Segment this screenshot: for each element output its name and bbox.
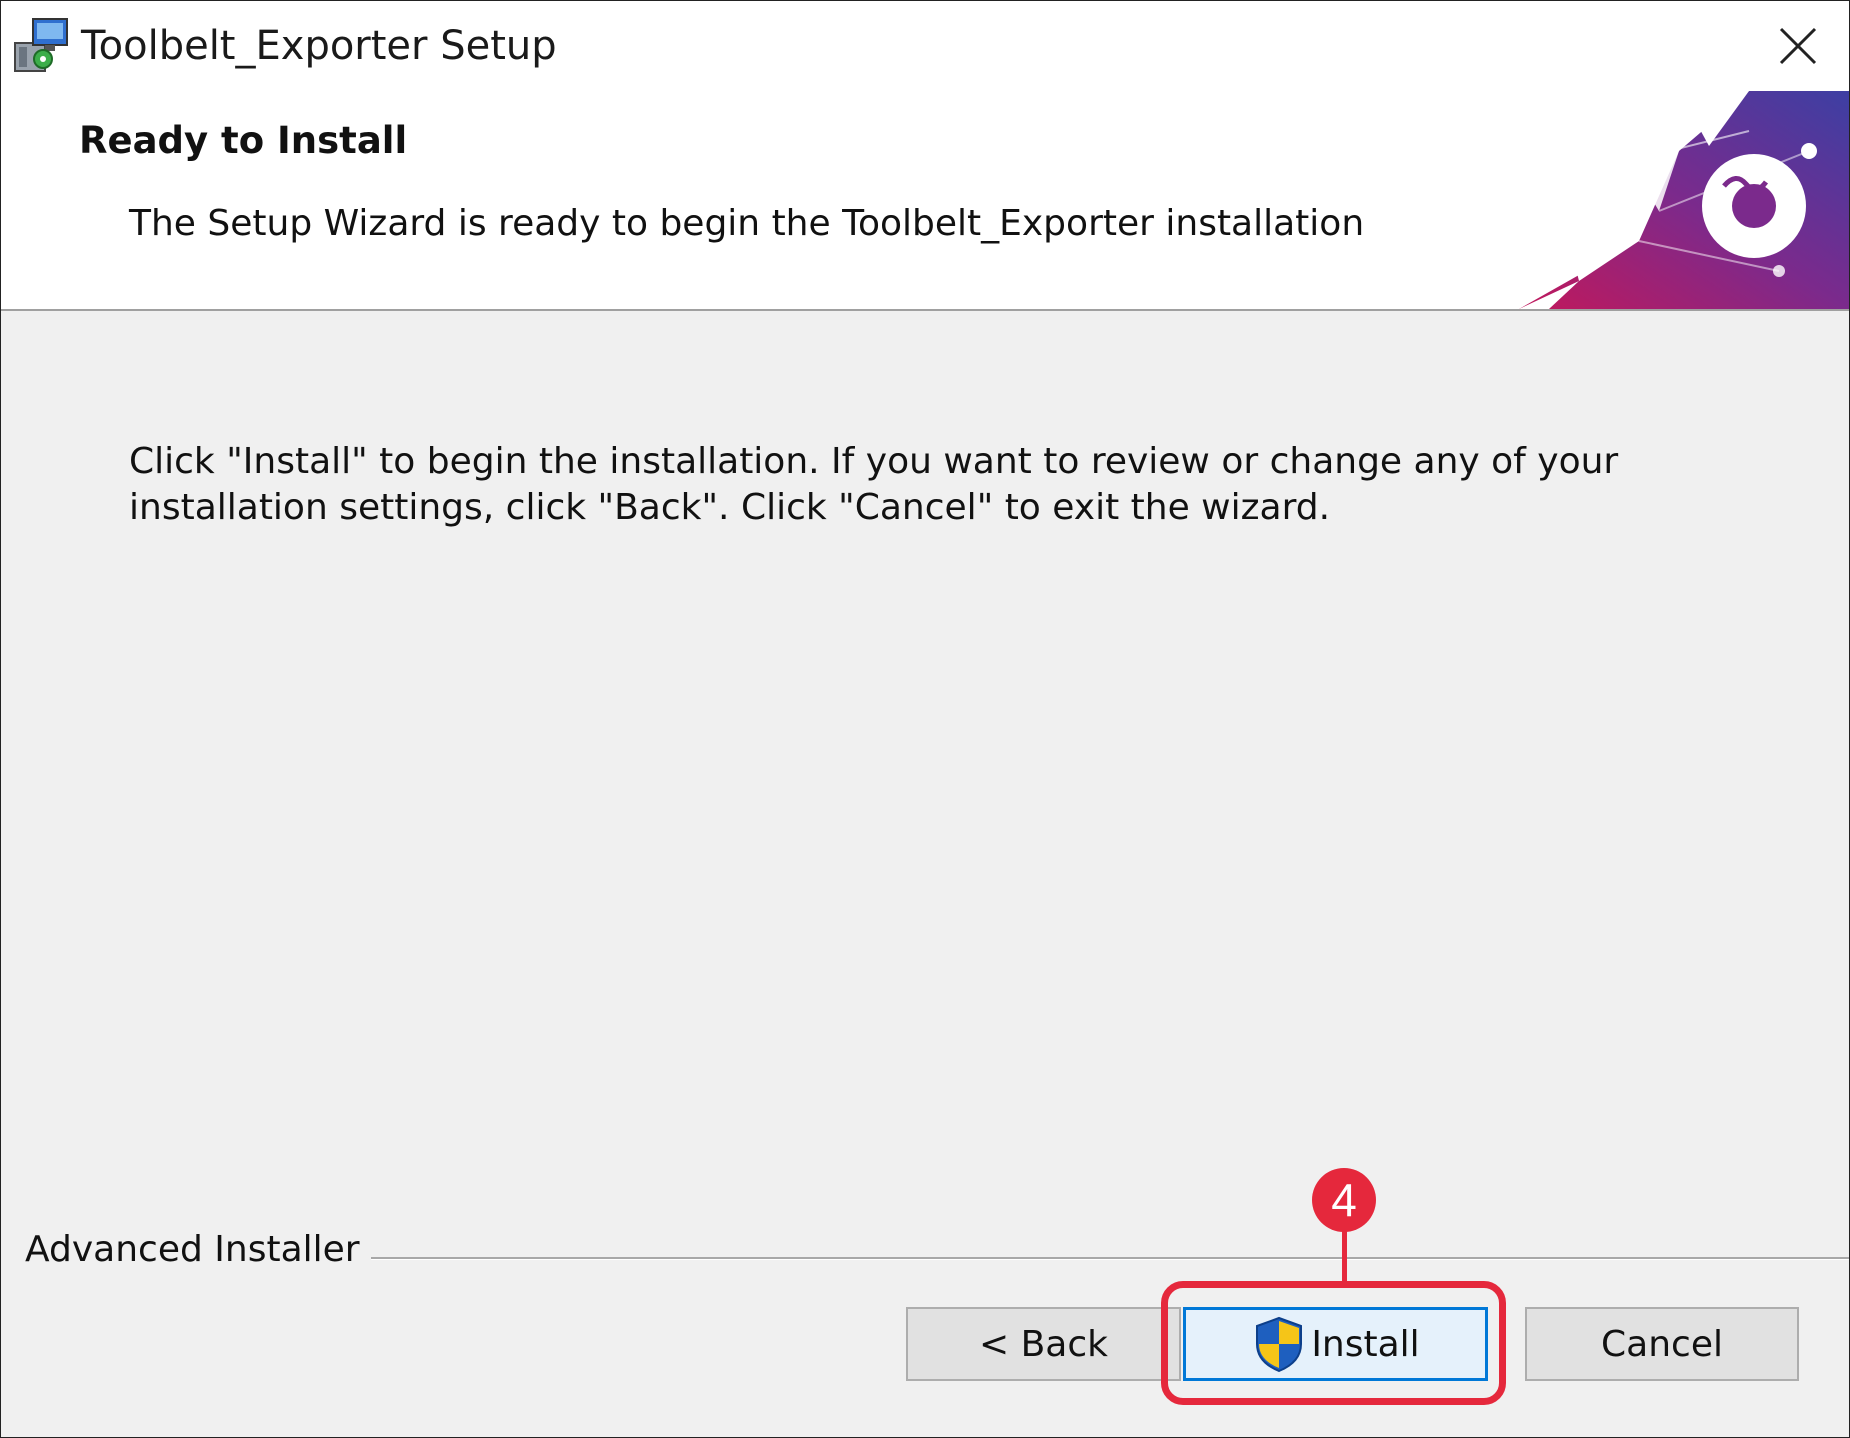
step-badge: 4 (1312, 1168, 1376, 1232)
back-button-label: < Back (978, 1323, 1108, 1365)
footer-divider (371, 1257, 1849, 1260)
title-bar: Toolbelt_Exporter Setup (1, 1, 1849, 91)
close-icon[interactable] (1767, 15, 1829, 77)
instructions-line-2: installation settings, click "Back". Cli… (129, 487, 1331, 528)
banner-graphic (1519, 91, 1849, 309)
page-title: Ready to Install (79, 119, 408, 162)
cancel-button-label: Cancel (1601, 1323, 1723, 1365)
wizard-header: Ready to Install The Setup Wizard is rea… (1, 91, 1849, 311)
callout-highlight (1161, 1281, 1506, 1405)
installer-app-icon (14, 18, 68, 72)
instructions-line-1: Click "Install" to begin the installatio… (129, 441, 1619, 482)
brand-label: Advanced Installer (25, 1229, 360, 1270)
back-button[interactable]: < Back (906, 1307, 1181, 1381)
cancel-button[interactable]: Cancel (1525, 1307, 1799, 1381)
instructions-text: Click "Install" to begin the installatio… (129, 439, 1729, 531)
setup-dialog: Toolbelt_Exporter Setup Ready to Install… (0, 0, 1850, 1438)
page-subtitle: The Setup Wizard is ready to begin the T… (129, 203, 1365, 244)
callout-connector (1342, 1225, 1347, 1283)
window-title: Toolbelt_Exporter Setup (81, 23, 557, 69)
